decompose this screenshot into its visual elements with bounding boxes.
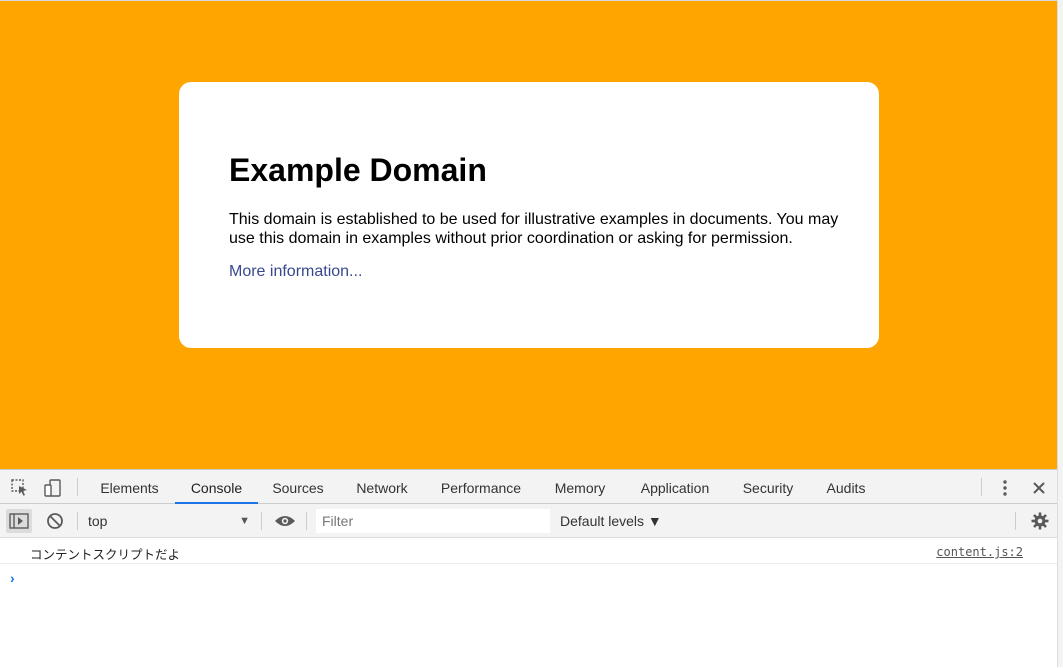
log-levels-dropdown[interactable]: Default levels ▼ (560, 509, 662, 533)
toolbar-separator-4 (1015, 512, 1016, 530)
context-value: top (88, 513, 108, 529)
tab-console[interactable]: Console (175, 470, 258, 504)
settings-icon[interactable] (1027, 509, 1053, 533)
inspect-icon[interactable] (10, 478, 30, 498)
close-icon[interactable] (1029, 478, 1049, 498)
more-information-link[interactable]: More information... (229, 263, 362, 281)
toolbar-separator-3 (306, 512, 307, 530)
devtools-tabbar: Elements Console Sources Network Perform… (0, 470, 1063, 504)
devtools-panel: Elements Console Sources Network Perform… (0, 469, 1063, 668)
console-log-source-link[interactable]: content.js:2 (936, 545, 1023, 559)
sidebar-toggle-icon[interactable] (6, 509, 32, 533)
page-viewport: Example Domain This domain is establishe… (0, 0, 1063, 469)
window-edge (1057, 0, 1063, 667)
console-prompt[interactable]: › (10, 570, 15, 586)
tab-sources[interactable]: Sources (262, 470, 334, 504)
tab-audits[interactable]: Audits (815, 470, 877, 504)
chevron-down-icon: ▼ (239, 515, 250, 527)
eye-icon[interactable] (272, 509, 298, 533)
console-log-message: コンテントスクリプトだよ (30, 547, 181, 562)
console-log-row: コンテントスクリプトだよ content.js:2 (0, 538, 1063, 564)
filter-input[interactable] (316, 509, 550, 533)
tabbar-separator-right (981, 478, 982, 496)
tabbar-separator (77, 478, 78, 496)
tab-application[interactable]: Application (628, 470, 722, 504)
more-icon[interactable] (995, 478, 1015, 498)
tab-elements[interactable]: Elements (89, 470, 170, 504)
page-description: This domain is established to be used fo… (229, 211, 839, 247)
content-card: Example Domain This domain is establishe… (179, 82, 879, 348)
tab-security[interactable]: Security (732, 470, 804, 504)
console-toolbar: top ▼ Default levels ▼ (0, 504, 1063, 538)
context-selector[interactable]: top ▼ (80, 508, 256, 534)
tab-network[interactable]: Network (342, 470, 422, 504)
toolbar-separator-2 (261, 512, 262, 530)
tab-memory[interactable]: Memory (542, 470, 618, 504)
toolbar-separator (77, 512, 78, 530)
page-heading: Example Domain (229, 152, 487, 188)
device-toolbar-icon[interactable] (43, 478, 63, 498)
clear-console-icon[interactable] (42, 509, 68, 533)
console-output: コンテントスクリプトだよ content.js:2 › (0, 538, 1063, 668)
tab-performance[interactable]: Performance (432, 470, 530, 504)
